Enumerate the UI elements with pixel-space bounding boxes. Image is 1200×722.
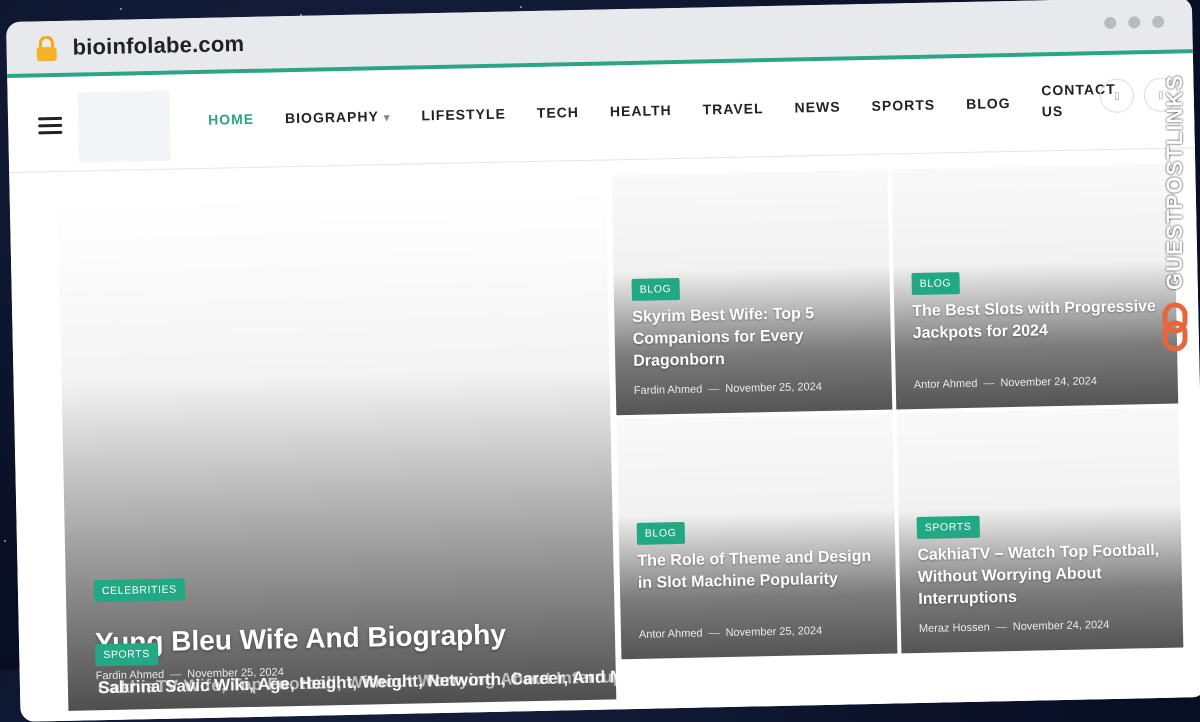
nav-item-home[interactable]: HOME <box>208 111 254 128</box>
post-title[interactable]: Skyrim Best Wife: Top 5 Companions for E… <box>632 302 873 373</box>
post-date: November 25, 2024 <box>725 380 823 396</box>
window-control-dot[interactable] <box>1128 16 1141 29</box>
nav-item-biography[interactable]: BIOGRAPHY ▾ <box>285 108 391 126</box>
featured-grid: CELEBRITIES Yung Bleu Wife And Biography… <box>9 149 1200 722</box>
post-card[interactable]: BLOG The Role of Theme and Design in Slo… <box>616 413 898 660</box>
window-control-dot[interactable] <box>1104 16 1117 29</box>
post-date: November 24, 2024 <box>1000 375 1098 390</box>
category-badge[interactable]: BLOG <box>636 521 685 545</box>
main-navigation: HOME BIOGRAPHY ▾ LIFESTYLE TECH HEALTH TR… <box>208 80 1145 140</box>
post-date: November 24, 2024 <box>1012 619 1110 634</box>
post-author[interactable]: Meraz Hossen <box>919 622 990 635</box>
post-card[interactable]: BLOG Skyrim Best Wife: Top 5 Companions … <box>611 169 893 416</box>
menu-icon[interactable] <box>38 116 63 135</box>
post-author[interactable]: Fardin Ahmed <box>634 383 703 396</box>
nav-item-sports[interactable]: SPORTS <box>871 97 935 114</box>
category-badge[interactable]: SPORTS <box>916 515 980 540</box>
post-meta: Fardin Ahmed — November 25, 2024 <box>633 380 823 397</box>
post-card[interactable]: SPORTS CakhiaTV – Watch Top Football, Wi… <box>896 407 1184 654</box>
nav-item-blog[interactable]: BLOG <box>966 95 1011 112</box>
post-meta: Antor Ahmed — November 24, 2024 <box>913 375 1098 392</box>
post-author[interactable]: Antor Ahmed <box>914 378 978 391</box>
post-card[interactable]: BLOG The Best Slots with Progressive Jac… <box>891 163 1179 410</box>
featured-post-card[interactable]: CELEBRITIES Yung Bleu Wife And Biography… <box>57 189 617 711</box>
nav-item-tech[interactable]: TECH <box>537 104 579 121</box>
category-badge[interactable]: CELEBRITIES <box>93 578 186 603</box>
post-title[interactable]: The Best Slots with Progressive Jackpots… <box>912 296 1159 345</box>
nav-item-label: BIOGRAPHY <box>284 108 380 127</box>
category-badge[interactable]: SPORTS <box>95 642 159 667</box>
chevron-down-icon: ▾ <box>383 111 391 125</box>
post-date: November 25, 2024 <box>725 625 823 640</box>
window-control-dot[interactable] <box>1152 15 1165 28</box>
nav-item-lifestyle[interactable]: LIFESTYLE <box>421 106 506 124</box>
post-title[interactable]: The Role of Theme and Design in Slot Mac… <box>637 546 878 595</box>
browser-window: bioinfolabe.com HOME BIOGRAPHY ▾ LIFESTYL… <box>6 0 1200 722</box>
address-bar-url[interactable]: bioinfolabe.com <box>72 31 244 61</box>
post-meta: Antor Ahmed — November 25, 2024 <box>638 625 823 641</box>
lock-icon <box>36 35 57 62</box>
watermark-text: GUESTPOSTLINKS <box>1162 74 1187 290</box>
category-badge[interactable]: BLOG <box>911 272 960 296</box>
post-author[interactable]: Antor Ahmed <box>639 628 703 641</box>
nav-item-travel[interactable]: TRAVEL <box>702 100 763 117</box>
site-logo[interactable] <box>77 90 171 163</box>
nav-item-health[interactable]: HEALTH <box>610 102 672 119</box>
post-meta: Meraz Hossen — November 24, 2024 <box>918 619 1110 636</box>
guestpostlinks-watermark: GUESTPOSTLINKS <box>1158 56 1192 356</box>
post-title[interactable]: CakhiaTV – Watch Top Football, Without W… <box>917 540 1164 611</box>
chain-link-icon <box>1162 302 1188 352</box>
category-badge[interactable]: BLOG <box>631 277 680 301</box>
nav-item-news[interactable]: NEWS <box>794 99 840 116</box>
